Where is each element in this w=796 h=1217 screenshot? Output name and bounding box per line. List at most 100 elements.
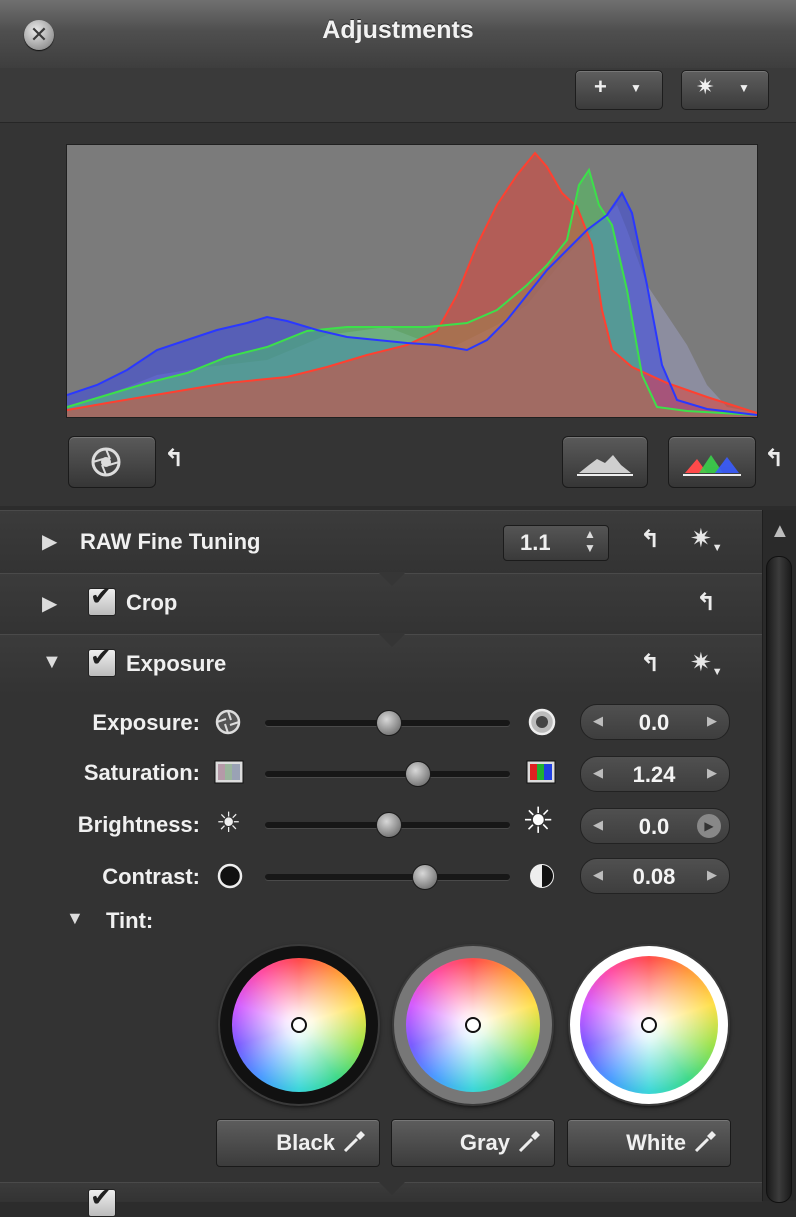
- gear-icon[interactable]: ✷▼: [690, 647, 723, 678]
- brightness-label: Brightness:: [77, 812, 200, 837]
- raw-version-select[interactable]: 1.1 ▲ ▼: [503, 525, 609, 561]
- gray-tint-wheel[interactable]: [394, 946, 552, 1104]
- exposure-checkbox[interactable]: [88, 642, 116, 677]
- exposure-slider-row: Exposure:: [0, 704, 200, 742]
- brightness-slider-track[interactable]: [265, 812, 510, 838]
- revert-exposure-icon[interactable]: ↰: [640, 649, 660, 678]
- exposure-label: Exposure:: [92, 710, 200, 735]
- eyedropper-icon: [518, 1131, 540, 1153]
- contrast-value: 0.08: [632, 864, 676, 889]
- section-label-exposure: Exposure: [126, 651, 227, 676]
- disclosure-triangle-open-icon[interactable]: ▼: [42, 651, 62, 674]
- decrement-arrow-icon[interactable]: ◀: [593, 713, 603, 729]
- eyedropper-icon: [694, 1131, 716, 1153]
- contrast-value-stepper[interactable]: ◀ 0.08 ▶: [580, 858, 730, 894]
- exposure-slider-knob[interactable]: [375, 710, 402, 736]
- increment-arrow-icon[interactable]: ▶: [697, 814, 721, 838]
- white-wheel-handle[interactable]: [641, 1017, 657, 1033]
- title-bar: ✕ Adjustments: [0, 0, 796, 69]
- section-divider-notch: [378, 633, 406, 647]
- brightness-high-icon: ☀: [522, 800, 555, 841]
- gray-label: Gray: [459, 1130, 510, 1155]
- rgb-histogram-icon: [683, 455, 741, 476]
- brightness-value: 0.0: [638, 814, 670, 839]
- eyedropper-icon: [343, 1131, 365, 1153]
- brightness-low-icon: ☀: [216, 807, 242, 838]
- plus-icon: +: [594, 74, 607, 99]
- revert-raw-icon[interactable]: ↰: [640, 525, 660, 554]
- contrast-label: Contrast:: [102, 864, 200, 889]
- section-divider-notch: [378, 1181, 406, 1195]
- increment-arrow-icon[interactable]: ▶: [707, 713, 717, 729]
- decrement-arrow-icon[interactable]: ◀: [593, 867, 603, 883]
- exposure-value: 0.0: [638, 710, 670, 735]
- increment-arrow-icon[interactable]: ▶: [707, 867, 717, 883]
- histogram-graph: [66, 145, 758, 417]
- black-label: Black: [276, 1130, 335, 1155]
- brightness-slider-knob[interactable]: [375, 812, 402, 838]
- scrollbar-thumb[interactable]: [766, 556, 792, 1203]
- exposure-slider-track[interactable]: [265, 710, 510, 736]
- saturation-value: 1.24: [632, 762, 676, 787]
- brightness-value-stepper[interactable]: ◀ 0.0 ▶: [580, 808, 730, 844]
- black-color-wheel[interactable]: [232, 958, 366, 1092]
- white-label: White: [626, 1130, 686, 1155]
- contrast-low-icon: [217, 863, 243, 889]
- histogram-settings-button[interactable]: [68, 436, 156, 488]
- saturation-value-stepper[interactable]: ◀ 1.24 ▶: [580, 756, 730, 792]
- gray-wheel-handle[interactable]: [465, 1017, 481, 1033]
- saturation-slider-row: Saturation:: [0, 754, 200, 792]
- section-label-crop: Crop: [126, 590, 178, 615]
- chevron-down-icon: ▼: [738, 81, 750, 95]
- gear-icon[interactable]: ✷▼: [690, 523, 723, 554]
- saturation-slider-track[interactable]: [265, 761, 510, 787]
- toolbar: [0, 68, 796, 123]
- aperture-closed-icon: [215, 709, 241, 735]
- next-section-checkbox[interactable]: [88, 1182, 116, 1217]
- contrast-slider-row: Contrast:: [0, 858, 200, 896]
- black-tint-wheel[interactable]: [220, 946, 378, 1104]
- scroll-up-arrow-icon[interactable]: ▲: [770, 520, 790, 543]
- aperture-icon: [91, 447, 121, 477]
- contrast-slider-track[interactable]: [265, 864, 510, 890]
- section-divider-notch: [378, 572, 406, 586]
- saturation-label: Saturation:: [83, 760, 200, 785]
- tint-label: Tint:: [106, 908, 154, 933]
- action-menu-button[interactable]: ✷ ▼: [681, 70, 769, 110]
- decrement-arrow-icon[interactable]: ◀: [593, 765, 603, 781]
- gray-color-wheel[interactable]: [406, 958, 540, 1092]
- white-eyedropper-button[interactable]: White: [567, 1119, 731, 1167]
- aperture-open-icon: [528, 708, 556, 736]
- gray-eyedropper-button[interactable]: Gray: [391, 1119, 555, 1167]
- stepper-arrows-icon: ▲ ▼: [584, 527, 596, 555]
- saturation-high-icon: [526, 760, 556, 784]
- section-raw-fine-tuning[interactable]: ▶ RAW Fine Tuning 1.1 ▲ ▼ ↰ ✷▼: [0, 510, 762, 574]
- chevron-down-icon: ▼: [630, 81, 642, 95]
- contrast-high-icon: [530, 864, 554, 888]
- histogram: [66, 144, 758, 418]
- increment-arrow-icon[interactable]: ▶: [707, 765, 717, 781]
- brightness-slider-row: Brightness:: [0, 806, 200, 844]
- window-title: Adjustments: [322, 16, 474, 44]
- raw-version-value: 1.1: [520, 530, 551, 555]
- revert-icon[interactable]: ↰: [164, 444, 184, 473]
- black-eyedropper-button[interactable]: Black: [216, 1119, 380, 1167]
- white-color-wheel[interactable]: [580, 956, 718, 1094]
- black-wheel-handle[interactable]: [291, 1017, 307, 1033]
- luminance-histogram-button[interactable]: [562, 436, 648, 488]
- exposure-value-stepper[interactable]: ◀ 0.0 ▶: [580, 704, 730, 740]
- white-tint-wheel[interactable]: [570, 946, 728, 1104]
- saturation-slider-knob[interactable]: [404, 761, 431, 787]
- saturation-low-icon: [214, 760, 244, 784]
- decrement-arrow-icon[interactable]: ◀: [593, 817, 603, 833]
- luminance-histogram-icon: [577, 455, 633, 476]
- add-adjustment-button[interactable]: + ▼: [575, 70, 663, 110]
- disclosure-triangle-icon[interactable]: ▶: [42, 591, 57, 616]
- revert-crop-icon[interactable]: ↰: [696, 588, 716, 617]
- gear-icon: ✷: [696, 74, 715, 99]
- rgb-histogram-button[interactable]: [668, 436, 756, 488]
- tint-disclosure-icon[interactable]: ▼: [66, 908, 84, 929]
- crop-checkbox[interactable]: [88, 581, 116, 616]
- disclosure-triangle-icon[interactable]: ▶: [42, 529, 57, 554]
- revert-histogram-icon[interactable]: ↰: [764, 444, 784, 473]
